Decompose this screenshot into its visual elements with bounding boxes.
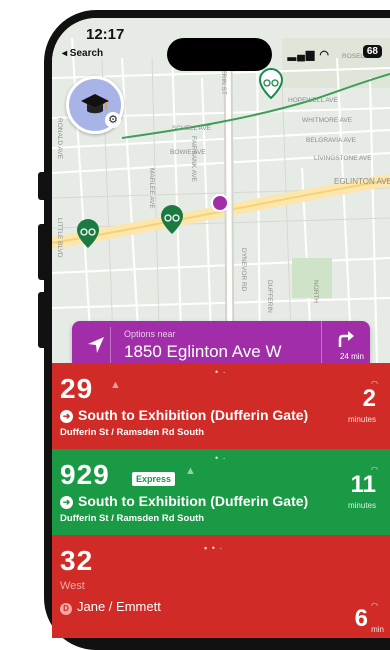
arrival-minutes: 6 [354, 605, 368, 632]
direction-arrow-icon: ➜ [60, 496, 73, 509]
current-location-marker [211, 194, 229, 212]
direction-arrow-icon: ➜ [60, 410, 73, 423]
divider [321, 321, 322, 369]
street-label: LITTLE BLVD [56, 218, 63, 258]
express-badge: Express [132, 472, 176, 486]
phone-side-button [38, 224, 46, 280]
location-search-bar[interactable]: Options near 1850 Eglinton Ave W 24 min [72, 321, 370, 369]
street-label: FAIRBANK AVE [190, 136, 197, 183]
signal-wifi-icon: ▂▄▆ ◠ [287, 49, 330, 61]
destination-text: Jane / Emmett [77, 599, 161, 614]
route-destination: ➜ South to Exhibition (Dufferin Gate) [60, 493, 308, 509]
transit-route-card[interactable]: • · 29 ▲ ➜ South to Exhibition (Dufferin … [52, 363, 390, 449]
gear-icon[interactable]: ⚙ [105, 112, 121, 128]
arrival-minutes: 2 [362, 385, 376, 412]
realtime-icon: ◠ [371, 601, 378, 610]
street-label: DYNEVOR RD [240, 248, 247, 292]
status-time: 12:17 [86, 26, 125, 43]
street-label: EGLINTON AVE [334, 177, 390, 186]
street-label: MARLEE AVE [148, 168, 155, 209]
route-number: 29 [60, 373, 94, 404]
arrival-minutes-label: minutes [347, 501, 376, 510]
street-label: RONALD AVE [56, 118, 63, 160]
options-near-label: Options near [124, 329, 176, 339]
street-label: SCHELL AVE [172, 125, 212, 132]
alert-icon[interactable]: ▲ [110, 379, 121, 391]
route-number: 32 [60, 545, 94, 576]
app-screen: HOPEWELL AVE WHITMORE AVE BELGRAVIA AVE … [52, 18, 390, 638]
route-number: 929 [60, 459, 110, 490]
location-address[interactable]: 1850 Eglinton Ave W [124, 342, 282, 362]
status-bar: 12:17 ◂ Search ▂▄▆ ◠ 68 [52, 24, 390, 71]
street-label: HOPEWELL AVE [288, 97, 339, 104]
street-label: WHITMORE AVE [302, 117, 353, 124]
dynamic-island [167, 38, 272, 71]
arrival-minutes: 11 [350, 471, 376, 498]
destination-marker-icon: D [60, 603, 72, 615]
route-destination: ➜ South to Exhibition (Dufferin Gate) [60, 407, 308, 423]
directions-arrow-icon[interactable] [334, 329, 356, 349]
route-destination: D Jane / Emmett [60, 599, 161, 615]
pager-dots: ▪ • · [204, 543, 224, 553]
arrival-minutes-label: min [371, 625, 384, 634]
transit-route-card[interactable]: ▪ • · 32 West D Jane / Emmett ◠ 6 min [52, 535, 390, 638]
destination-text: South to Exhibition (Dufferin Gate) [78, 407, 309, 423]
arrival-minutes-label: minutes [347, 415, 376, 424]
directions-eta: 24 min [339, 352, 364, 361]
destination-text: South to Exhibition (Dufferin Gate) [78, 493, 309, 509]
phone-side-button [38, 172, 46, 200]
transit-route-card[interactable]: • · 929 Express ▲ ➜ South to Exhibition (… [52, 449, 390, 535]
street-label: BELGRAVIA AVE [306, 137, 357, 144]
divider [110, 327, 111, 363]
pager-dots: • · [215, 367, 227, 377]
street-label: BOWIE AVE [170, 149, 206, 156]
street-label: LIVINGSTONE AVE [314, 155, 372, 162]
street-label: NORTH [312, 280, 319, 303]
street-label: DUFFERIN [266, 280, 273, 313]
phone-side-button [38, 292, 46, 348]
back-to-search-link[interactable]: ◂ Search [62, 48, 103, 59]
graduation-cap-icon [81, 94, 109, 114]
pager-dots: • · [215, 453, 227, 463]
stop-name: Dufferin St / Ramsden Rd South [60, 427, 205, 438]
route-direction: West [60, 580, 85, 592]
navigation-arrow-icon[interactable] [86, 335, 106, 355]
alert-icon[interactable]: ▲ [185, 465, 196, 477]
stop-name: Dufferin St / Ramsden Rd South [60, 513, 205, 524]
battery-indicator: 68 [362, 45, 382, 58]
